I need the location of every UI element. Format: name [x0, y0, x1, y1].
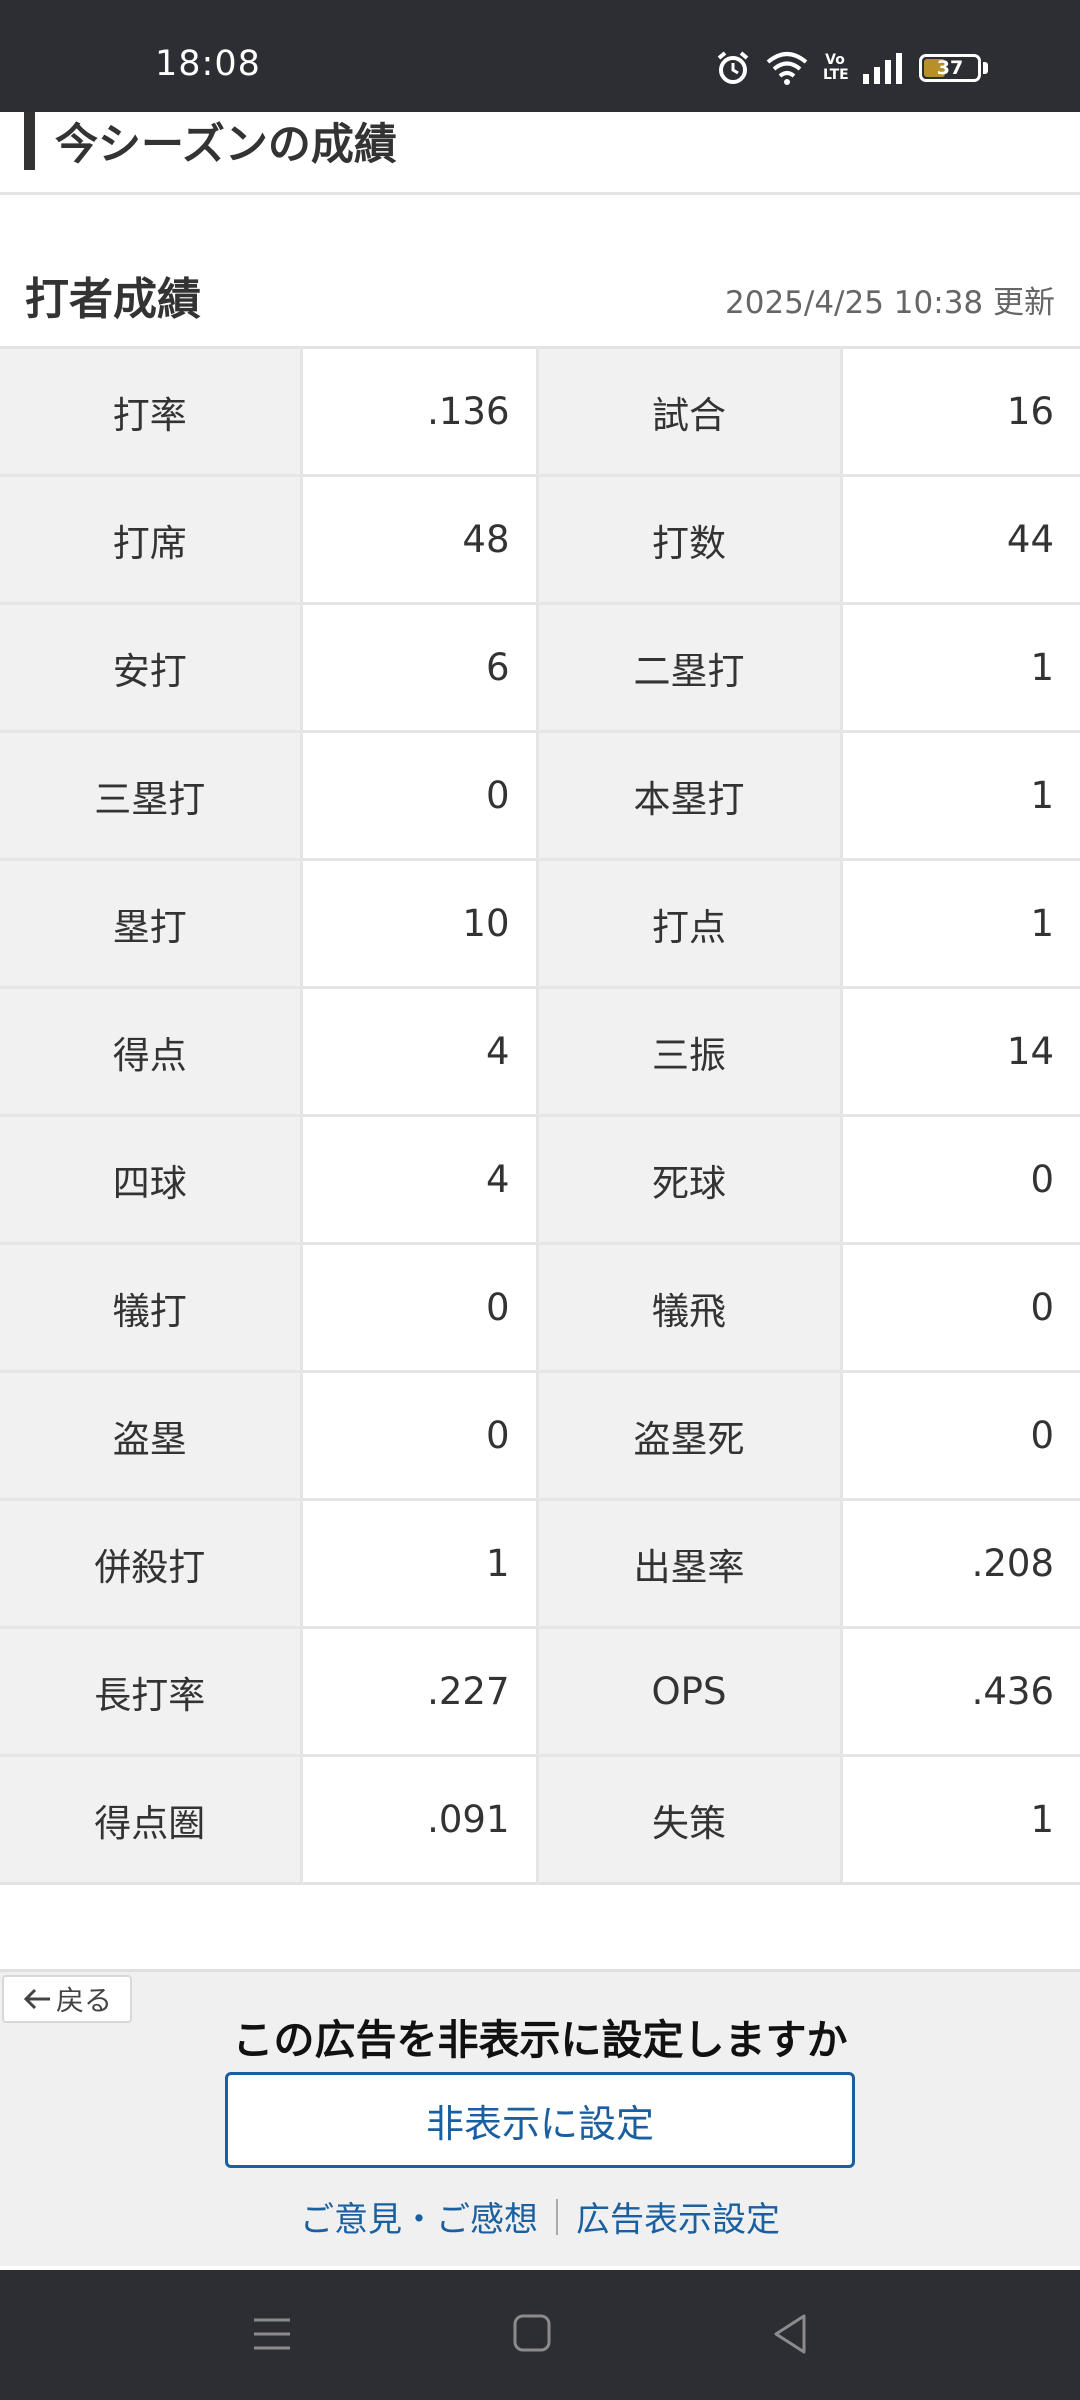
stats-row: 犠打 0 犠飛 0	[0, 1243, 1080, 1373]
stat-value: 48	[301, 475, 537, 605]
section-accent-bar	[24, 112, 35, 170]
stat-value: 0	[841, 1115, 1080, 1245]
status-icons: Vo LTE 37	[715, 46, 988, 90]
stat-value: 0	[301, 1243, 537, 1373]
stat-label: 盗塁	[0, 1371, 301, 1501]
stat-label: 塁打	[0, 859, 301, 989]
ad-settings-link[interactable]: 広告表示設定	[576, 2192, 780, 2241]
stat-label: 三塁打	[0, 731, 301, 861]
stat-value: 1	[841, 603, 1080, 733]
stats-row: 併殺打 1 出塁率 .208	[0, 1499, 1080, 1629]
stat-value: 4	[301, 987, 537, 1117]
link-divider	[556, 2198, 558, 2235]
stats-row: 安打 6 二塁打 1	[0, 603, 1080, 733]
hide-ad-button[interactable]: 非表示に設定	[225, 2072, 855, 2168]
stat-value: 6	[301, 603, 537, 733]
stats-row: 打席 48 打数 44	[0, 475, 1080, 605]
ad-links: ご意見・ご感想 広告表示設定	[0, 2192, 1080, 2241]
back-triangle-icon[interactable]	[770, 2312, 810, 2356]
battery-icon: 37	[919, 54, 981, 82]
stats-body: 打率 .136 試合 16 打席 48 打数 44 安打 6 二塁打 1 三塁打 0 本塁打 1 塁打 10 打点 1…	[0, 347, 1080, 1884]
stats-row: 打率 .136 試合 16	[0, 347, 1080, 477]
stats-row: 得点 4 三振 14	[0, 987, 1080, 1117]
alarm-icon	[717, 51, 749, 84]
stat-label: OPS	[537, 1627, 841, 1757]
updated-timestamp: 2025/4/25 10:38 更新	[725, 285, 1055, 321]
stat-label: 三振	[537, 987, 841, 1117]
stat-value: .227	[301, 1627, 537, 1757]
stat-label: 得点	[0, 987, 301, 1117]
system-nav-bar	[0, 2270, 1080, 2400]
stats-row: 盗塁 0 盗塁死 0	[0, 1371, 1080, 1501]
stats-row: 四球 4 死球 0	[0, 1115, 1080, 1245]
battery-nub	[983, 62, 988, 74]
stat-label: 打席	[0, 475, 301, 605]
status-bar: 18:08 Vo LTE 37	[0, 0, 1080, 112]
stat-label: 安打	[0, 603, 301, 733]
stat-label: 出塁率	[537, 1499, 841, 1629]
stats-row: 塁打 10 打点 1	[0, 859, 1080, 989]
stat-label: 試合	[537, 347, 841, 477]
stat-label: 死球	[537, 1115, 841, 1245]
stat-label: 打率	[0, 347, 301, 477]
menu-icon[interactable]	[252, 2312, 292, 2356]
stat-value: 1	[301, 1499, 537, 1629]
stat-label: 長打率	[0, 1627, 301, 1757]
stats-row: 長打率 .227 OPS .436	[0, 1627, 1080, 1757]
stat-label: 失策	[537, 1755, 841, 1884]
stats-row: 得点圏 .091 失策 1	[0, 1755, 1080, 1884]
home-icon[interactable]	[512, 2312, 552, 2356]
stat-value: 0	[841, 1371, 1080, 1501]
status-time: 18:08	[155, 44, 261, 84]
battery-level: 37	[936, 57, 964, 79]
stat-value: 1	[841, 731, 1080, 861]
stat-label: 得点圏	[0, 1755, 301, 1884]
stat-value: 0	[301, 731, 537, 861]
stats-row: 三塁打 0 本塁打 1	[0, 731, 1080, 861]
stat-value: .091	[301, 1755, 537, 1884]
ad-panel: 戻る この広告を非表示に設定しますか 非表示に設定 ご意見・ご感想 広告表示設定	[0, 1969, 1080, 2266]
ad-hide-prompt: この広告を非表示に設定しますか	[232, 2016, 848, 2064]
stat-label: 打点	[537, 859, 841, 989]
stat-value: 4	[301, 1115, 537, 1245]
stat-value: 14	[841, 987, 1080, 1117]
stat-value: 0	[301, 1371, 537, 1501]
signal-icon	[863, 53, 902, 84]
stat-value: .136	[301, 347, 537, 477]
stat-label: 打数	[537, 475, 841, 605]
stat-label: 犠飛	[537, 1243, 841, 1373]
stat-value: 1	[841, 859, 1080, 989]
stat-label: 二塁打	[537, 603, 841, 733]
wifi-icon	[766, 52, 808, 85]
volte-icon: Vo LTE	[823, 52, 849, 83]
stat-label: 四球	[0, 1115, 301, 1245]
season-header: 今シーズンの成績	[0, 112, 1080, 195]
feedback-link[interactable]: ご意見・ご感想	[300, 2192, 538, 2241]
stat-label: 犠打	[0, 1243, 301, 1373]
stat-label: 盗塁死	[537, 1371, 841, 1501]
stat-value: 10	[301, 859, 537, 989]
stat-value: 0	[841, 1243, 1080, 1373]
stat-value: .208	[841, 1499, 1080, 1629]
stat-value: .436	[841, 1627, 1080, 1757]
stat-value: 1	[841, 1755, 1080, 1884]
batting-title: 打者成績	[25, 274, 201, 325]
stat-label: 本塁打	[537, 731, 841, 861]
stat-value: 16	[841, 347, 1080, 477]
batting-stats-table: 打率 .136 試合 16 打席 48 打数 44 安打 6 二塁打 1 三塁打 0 本塁打 1 塁打 10 打点 1…	[0, 346, 1080, 1885]
stat-value: 44	[841, 475, 1080, 605]
stat-label: 併殺打	[0, 1499, 301, 1629]
season-title: 今シーズンの成績	[55, 120, 397, 170]
